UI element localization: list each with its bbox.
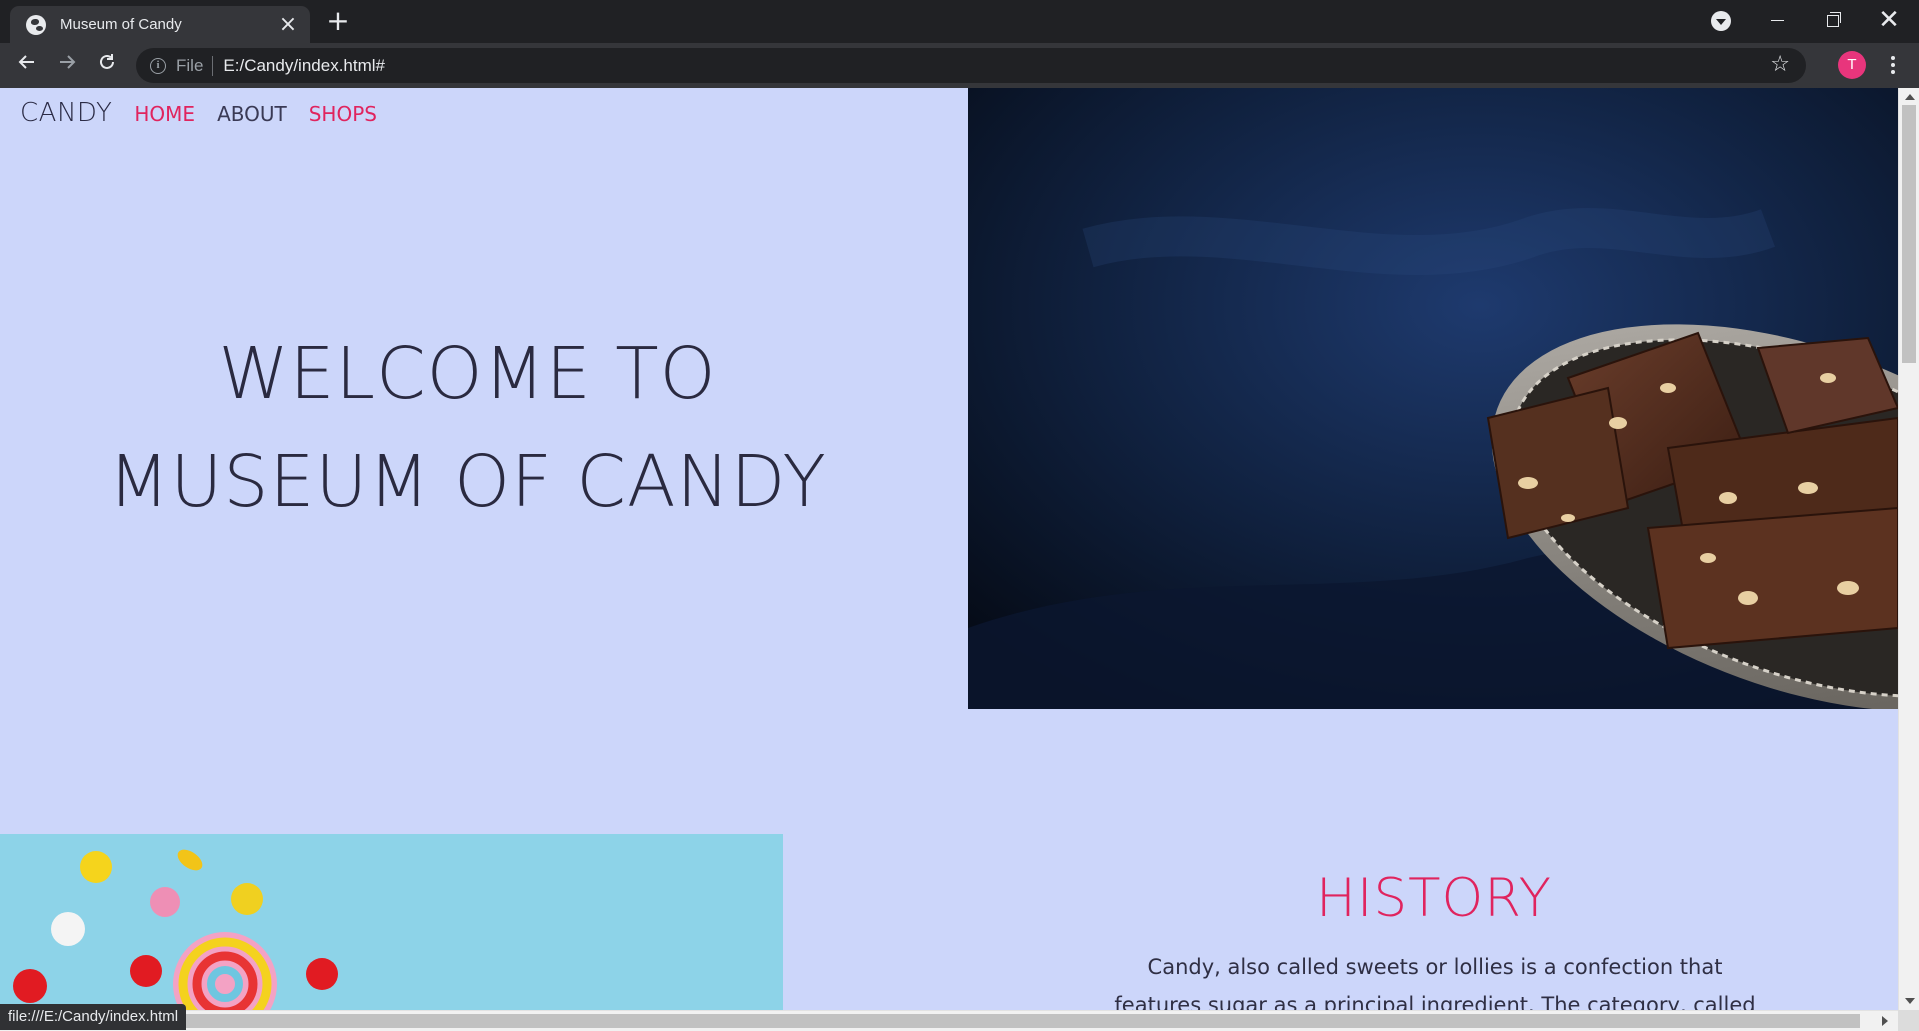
vertical-scrollbar[interactable] <box>1898 88 1919 1010</box>
url-text[interactable]: E:/Candy/index.html# <box>223 56 385 76</box>
history-paragraph: Candy, also called sweets or lollies is … <box>1114 955 1756 1010</box>
restore-button[interactable] <box>1806 0 1860 40</box>
history-heading: HISTORY <box>1315 868 1553 929</box>
kebab-menu-icon[interactable] <box>1882 53 1904 79</box>
browser-tab[interactable]: Museum of Candy × <box>10 6 310 43</box>
file-label: File <box>176 55 204 75</box>
site-brand[interactable]: CANDY <box>20 98 112 128</box>
hero-title-line-2: MUSEUM OF CANDY <box>108 440 827 523</box>
candy-image <box>0 834 783 1010</box>
close-window-button[interactable]: ✕ <box>1862 0 1916 40</box>
minimize-button[interactable] <box>1750 0 1804 40</box>
minimize-icon <box>1770 19 1784 21</box>
omnibox-separator <box>212 55 214 76</box>
nav-link-home[interactable]: HOME <box>134 102 195 126</box>
chocolate-hero-image <box>968 88 1898 709</box>
restore-icon <box>1827 11 1841 27</box>
tab-title: Museum of Candy <box>60 16 182 33</box>
scroll-down-icon[interactable] <box>1905 998 1915 1004</box>
hero-title: WELCOME TO MUSEUM OF CANDY <box>0 320 935 536</box>
arrow-left-icon[interactable] <box>12 51 42 81</box>
vertical-scroll-thumb[interactable] <box>1902 105 1916 363</box>
scroll-right-icon[interactable] <box>1882 1016 1888 1026</box>
arrow-right-icon[interactable] <box>52 51 82 81</box>
reload-icon[interactable] <box>92 51 122 81</box>
info-icon[interactable]: i <box>150 57 166 74</box>
nav-link-shops[interactable]: SHOPS <box>309 102 377 126</box>
browser-toolbar: i File E:/Candy/index.html# ☆ T <box>0 43 1919 88</box>
page-viewport: CANDY HOME ABOUT SHOPS WELCOME TO MUSEUM… <box>0 88 1898 1010</box>
scrollbar-corner <box>1898 1010 1919 1031</box>
tab-close-button[interactable]: × <box>278 13 298 35</box>
globe-icon <box>26 14 46 35</box>
site-navbar: CANDY HOME ABOUT SHOPS <box>20 98 377 128</box>
horizontal-scrollbar[interactable] <box>0 1010 1898 1031</box>
nav-link-about[interactable]: ABOUT <box>217 102 287 126</box>
address-bar[interactable]: i File E:/Candy/index.html# ☆ <box>136 48 1806 83</box>
hero-title-line-1: WELCOME TO <box>218 332 717 415</box>
tab-search-icon[interactable] <box>1711 11 1731 31</box>
horizontal-scroll-thumb[interactable] <box>180 1014 1860 1028</box>
scroll-up-icon[interactable] <box>1905 94 1915 100</box>
new-tab-button[interactable]: + <box>322 6 354 38</box>
profile-avatar[interactable]: T <box>1838 51 1866 79</box>
status-bar-url: file:///E:/Candy/index.html <box>0 1004 187 1030</box>
star-icon[interactable]: ☆ <box>1770 52 1790 77</box>
tab-strip: Museum of Candy × + ✕ <box>0 0 1919 43</box>
